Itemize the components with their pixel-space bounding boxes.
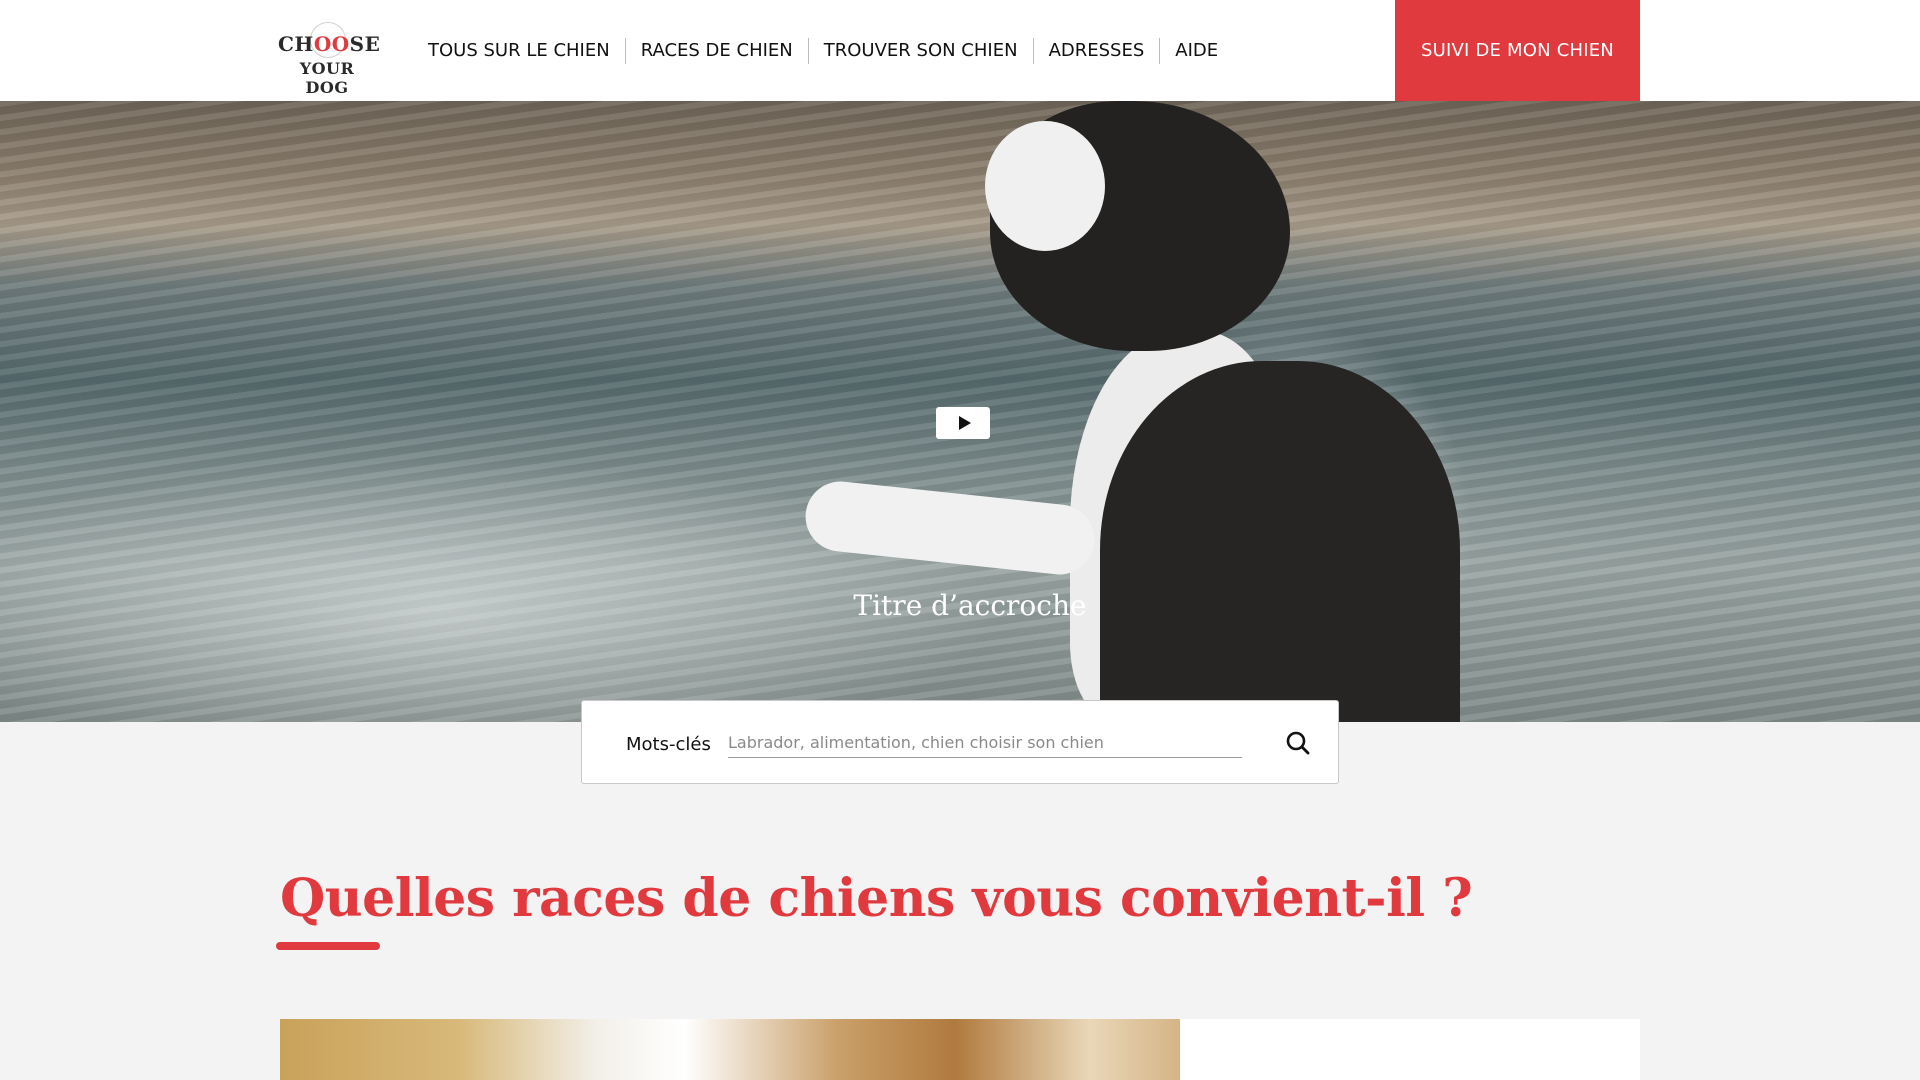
logo-text-oo: OO — [313, 32, 350, 56]
nav-item-races-de-chien[interactable]: RACES DE CHIEN — [626, 37, 809, 64]
hero-title: Titre d’accroche — [853, 589, 1087, 622]
site-header: CHOOSE YOUR DOG TOUS SUR LE CHIEN RACES … — [0, 0, 1920, 101]
nav-item-trouver-son-chien[interactable]: TROUVER SON CHIEN — [809, 37, 1034, 64]
nav-item-aide[interactable]: AIDE — [1160, 38, 1233, 64]
hero-water — [0, 431, 1100, 722]
suivi-de-mon-chien-button[interactable]: SUIVI DE MON CHIEN — [1395, 0, 1640, 101]
hero-dog-body — [1100, 361, 1460, 722]
breed-card-image[interactable] — [280, 1019, 1180, 1080]
search-input[interactable] — [728, 728, 1242, 758]
search-icon[interactable] — [1285, 730, 1311, 756]
search-label: Mots-clés — [626, 734, 711, 755]
breed-card-panel — [1180, 1019, 1640, 1080]
play-video-button[interactable] — [936, 407, 990, 439]
nav-item-adresses[interactable]: ADRESSES — [1034, 37, 1161, 64]
logo-text-ch: CH — [278, 32, 314, 56]
search-box: Mots-clés — [581, 700, 1339, 784]
play-icon — [958, 416, 971, 430]
logo[interactable]: CHOOSE YOUR DOG — [278, 21, 380, 97]
main-nav: TOUS SUR LE CHIEN RACES DE CHIEN TROUVER… — [413, 0, 1233, 101]
logo-line1: CHOOSE — [278, 32, 380, 56]
section-title-underline — [276, 942, 380, 950]
nav-item-tous-sur-le-chien[interactable]: TOUS SUR LE CHIEN — [413, 37, 626, 64]
hero-dog-muzzle — [985, 121, 1105, 251]
hero-banner: Titre d’accroche — [0, 101, 1920, 722]
logo-text-se: SE — [349, 32, 381, 56]
logo-line2: YOUR DOG — [299, 59, 355, 97]
section-title: Quelles races de chiens vous convient-il… — [280, 868, 1473, 929]
